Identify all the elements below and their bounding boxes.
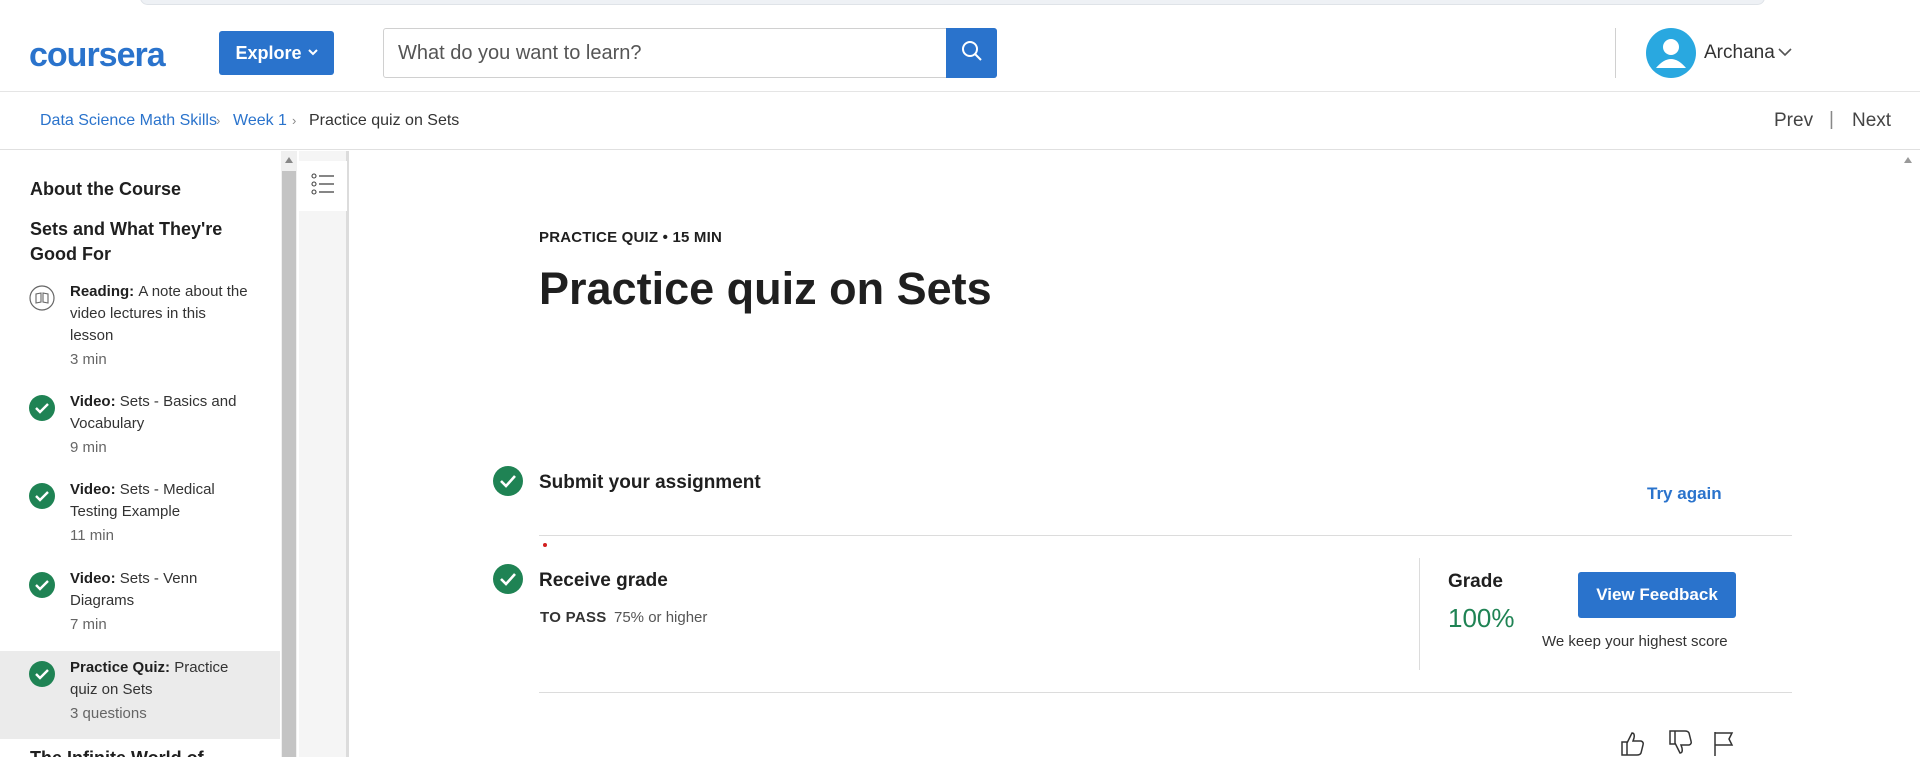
thumbs-down-icon[interactable]	[1666, 729, 1694, 757]
explore-label: Explore	[235, 42, 302, 63]
page-scrollbar[interactable]	[1897, 151, 1920, 757]
page-title: Practice quiz on Sets	[539, 263, 992, 314]
sidebar-item-text: Video: Sets - Medical Testing Example 11…	[70, 479, 250, 547]
check-icon	[493, 564, 523, 594]
nav-separator: |	[1829, 109, 1834, 130]
sidebar-item-text: Reading: A note about the video lectures…	[70, 281, 250, 371]
sidebar-heading-next[interactable]: The Infinite World of	[30, 746, 204, 757]
sidebar-scrollbar[interactable]	[281, 151, 297, 757]
sidebar-item-video-medical[interactable]: Video: Sets - Medical Testing Example 11…	[0, 479, 280, 559]
flag-icon[interactable]	[1710, 729, 1738, 757]
item-duration: 3 questions	[70, 705, 147, 722]
check-icon	[29, 395, 55, 421]
coursera-logo[interactable]: coursera	[29, 36, 166, 75]
next-link[interactable]: Next	[1852, 110, 1891, 132]
user-name[interactable]: Archana	[1704, 42, 1775, 64]
search-input[interactable]	[384, 29, 946, 77]
highest-score-note: We keep your highest score	[1542, 633, 1728, 650]
explore-button[interactable]: Explore	[219, 31, 334, 75]
to-pass-value: 75% or higher	[614, 609, 708, 626]
scrollbar-thumb[interactable]	[282, 171, 296, 757]
submit-assignment-title: Submit your assignment	[539, 472, 761, 493]
check-icon	[493, 466, 523, 496]
thumbs-up-icon[interactable]	[1618, 729, 1646, 757]
prev-link[interactable]: Prev	[1774, 110, 1813, 132]
outline-rail	[299, 151, 349, 757]
scroll-up-icon[interactable]	[285, 157, 293, 163]
sidebar-item-practice-quiz[interactable]: Practice Quiz: Practice quiz on Sets 3 q…	[0, 651, 280, 739]
divider	[539, 692, 1792, 693]
breadcrumb-week[interactable]: Week 1	[233, 112, 287, 130]
sidebar-heading-section[interactable]: Sets and What They're Good For	[30, 217, 250, 267]
item-type: Reading:	[70, 283, 139, 300]
grade-label: Grade	[1448, 571, 1503, 592]
divider	[539, 535, 1792, 536]
breadcrumb-bar: Data Science Math Skills › Week 1 › Prac…	[0, 92, 1920, 150]
item-duration: 9 min	[70, 439, 107, 456]
browser-address-pill	[140, 0, 1765, 5]
grade-value: 100%	[1448, 603, 1515, 633]
sidebar-item-video-basics[interactable]: Video: Sets - Basics and Vocabulary 9 mi…	[0, 391, 280, 471]
list-icon	[311, 172, 335, 200]
item-duration: 11 min	[70, 527, 114, 544]
search-bar	[383, 28, 997, 78]
chevron-down-icon[interactable]	[1778, 44, 1792, 62]
receive-grade-title: Receive grade	[539, 570, 668, 591]
sidebar-heading-about[interactable]: About the Course	[30, 177, 181, 202]
view-feedback-button[interactable]: View Feedback	[1578, 572, 1736, 618]
toggle-outline-button[interactable]	[299, 161, 347, 211]
item-duration: 3 min	[70, 351, 107, 368]
browser-chrome	[0, 0, 1920, 8]
user-icon	[1656, 39, 1686, 68]
search-button[interactable]	[946, 28, 997, 78]
chevron-right-icon: ›	[216, 113, 221, 128]
item-type: Video:	[70, 570, 120, 587]
check-icon	[29, 483, 55, 509]
search-icon	[961, 40, 983, 67]
grade-divider	[1419, 558, 1420, 670]
scroll-up-icon[interactable]	[1904, 157, 1912, 163]
course-sidebar: About the Course Sets and What They're G…	[0, 151, 280, 757]
item-type: Practice Quiz:	[70, 659, 175, 676]
user-avatar[interactable]	[1646, 28, 1696, 78]
try-again-link[interactable]: Try again	[1647, 484, 1722, 504]
sidebar-item-video-venn[interactable]: Video: Sets - Venn Diagrams 7 min	[0, 568, 280, 648]
status-dot	[543, 543, 547, 547]
site-header: coursera Explore Archana	[0, 8, 1920, 92]
chevron-down-icon	[307, 47, 318, 59]
book-icon	[29, 285, 55, 311]
item-duration: 7 min	[70, 616, 107, 633]
to-pass-label: TO PASS	[540, 609, 607, 626]
check-icon	[29, 572, 55, 598]
check-icon	[29, 661, 55, 687]
header-divider	[1615, 28, 1616, 78]
sidebar-item-text: Video: Sets - Basics and Vocabulary 9 mi…	[70, 391, 250, 459]
sidebar-item-reading[interactable]: Reading: A note about the video lectures…	[0, 281, 280, 381]
item-type: Video:	[70, 481, 120, 498]
item-type: Video:	[70, 393, 120, 410]
main-content: PRACTICE QUIZ • 15 MIN Practice quiz on …	[352, 151, 1892, 757]
chevron-right-icon: ›	[292, 113, 297, 128]
item-eyebrow: PRACTICE QUIZ • 15 MIN	[539, 229, 723, 246]
sidebar-item-text: Practice Quiz: Practice quiz on Sets 3 q…	[70, 657, 250, 725]
breadcrumb-course[interactable]: Data Science Math Skills	[40, 112, 217, 130]
breadcrumb-current: Practice quiz on Sets	[309, 112, 460, 129]
sidebar-item-text: Video: Sets - Venn Diagrams 7 min	[70, 568, 250, 636]
